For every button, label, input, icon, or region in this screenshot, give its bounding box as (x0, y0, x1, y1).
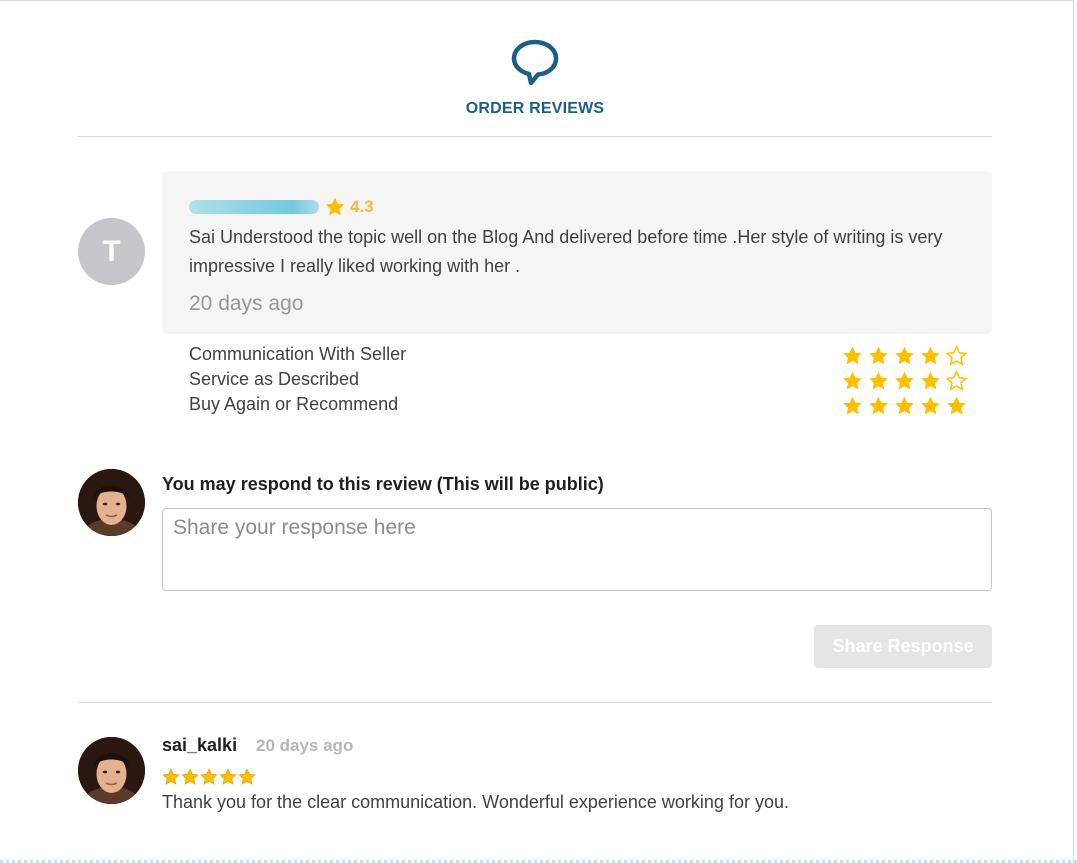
reviewer-name: tanya_thasingh (189, 200, 319, 214)
star-filled-icon (843, 346, 862, 365)
star-filled-icon (181, 768, 199, 785)
star-rating (841, 395, 968, 417)
response-textarea[interactable] (162, 508, 992, 591)
star-empty-icon (945, 370, 968, 391)
review-panel (0, 0, 1074, 863)
avatar-photo-icon (78, 737, 145, 804)
share-response-button[interactable]: Share Response (814, 625, 992, 668)
star-icon (324, 196, 346, 218)
star-filled-icon (843, 371, 862, 390)
rating-breakdown: Communication With Seller Service as Des… (189, 343, 969, 418)
star-filled-icon (869, 371, 888, 390)
star-filled-icon (162, 768, 180, 785)
criteria-label: Service as Described (189, 369, 360, 389)
star-filled-icon (895, 396, 914, 415)
star-filled-icon (843, 396, 862, 415)
seller-avatar (78, 469, 145, 536)
criteria-row: Buy Again or Recommend (189, 393, 969, 418)
review-timestamp: 20 days ago (189, 292, 304, 315)
review-card: tanya_thasingh 4.3 Sai Understood the to… (162, 171, 992, 334)
seller-username: sai_kalki (162, 735, 238, 755)
respond-label: You may respond to this review (This wil… (162, 474, 604, 494)
star-filled-icon (200, 768, 218, 785)
seller-response-text: Thank you for the clear communication. W… (162, 792, 789, 812)
star-empty-icon (945, 345, 968, 366)
speech-bubble-icon (510, 36, 560, 86)
star-filled-icon (869, 346, 888, 365)
reviews-header: ORDER REVIEWS (78, 36, 992, 117)
response-divider (78, 702, 992, 703)
reviewer-avatar: T (78, 218, 145, 285)
seller-response-avatar (78, 737, 145, 804)
seller-response-timestamp: 20 days ago (256, 736, 354, 755)
criteria-label: Communication With Seller (189, 344, 407, 364)
star-filled-icon (921, 396, 940, 415)
star-rating (841, 370, 968, 392)
avatar-photo-icon (78, 469, 145, 536)
star-filled-icon (947, 396, 966, 415)
overall-rating: 4.3 (350, 197, 374, 216)
star-filled-icon (921, 346, 940, 365)
review-text: Sai Understood the topic well on the Blo… (189, 227, 943, 276)
star-filled-icon (895, 346, 914, 365)
criteria-row: Service as Described (189, 368, 969, 393)
star-filled-icon (869, 396, 888, 415)
star-rating (841, 345, 968, 367)
page-title: ORDER REVIEWS (465, 100, 605, 117)
bottom-border (0, 859, 1077, 863)
star-filled-icon (921, 371, 940, 390)
star-filled-icon (219, 768, 237, 785)
seller-star-rating (162, 768, 256, 786)
criteria-label: Buy Again or Recommend (189, 394, 399, 414)
star-filled-icon (238, 768, 256, 785)
star-filled-icon (895, 371, 914, 390)
header-divider (78, 136, 992, 137)
criteria-row: Communication With Seller (189, 343, 969, 368)
